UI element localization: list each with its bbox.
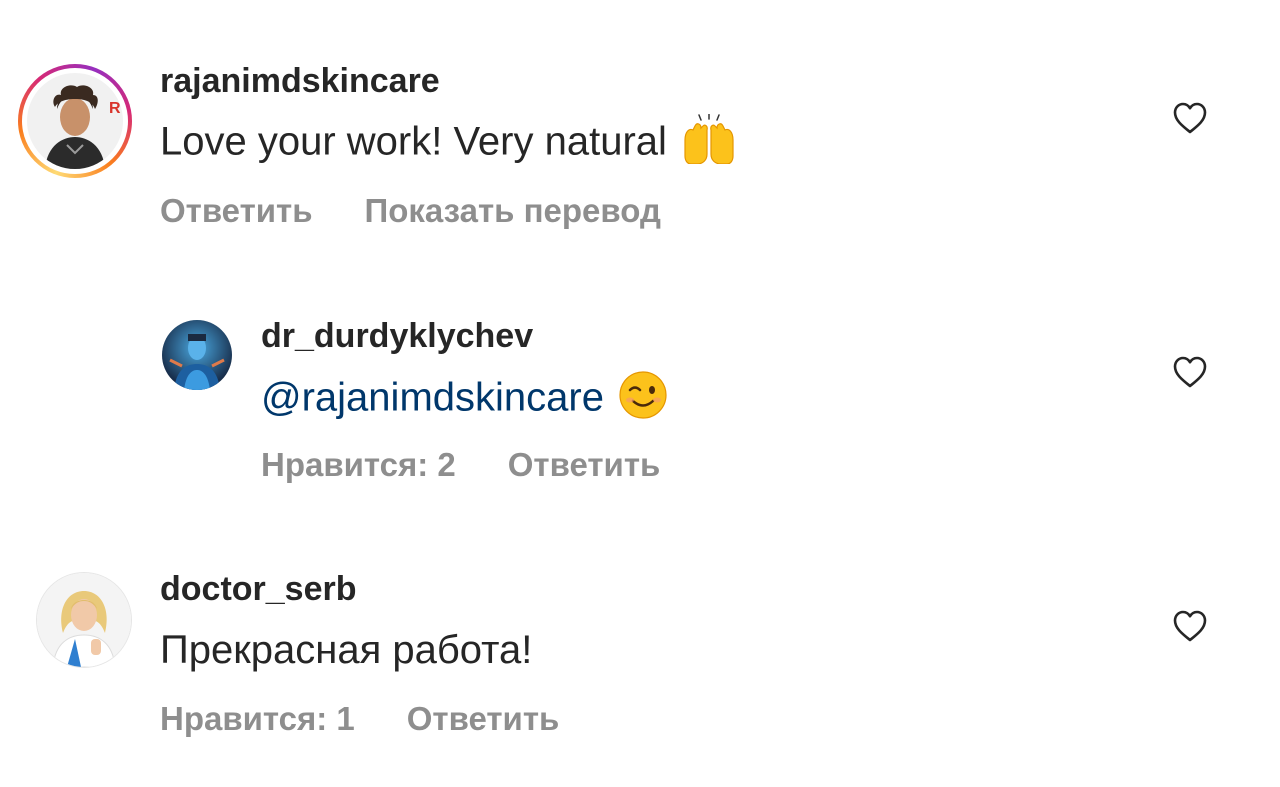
reply-button[interactable]: Ответить	[407, 700, 560, 737]
comment-text-content: Love your work! Very natural	[160, 119, 667, 164]
avatar[interactable]	[162, 320, 232, 390]
comment-actions: Ответить Показать перевод	[160, 192, 661, 230]
comment-dr_durdyklychev: dr_durdyklychev @rajanimdskincare Нравит…	[0, 250, 1280, 510]
show-translation-button[interactable]: Показать перевод	[365, 192, 661, 229]
avatar: R	[27, 73, 123, 169]
avatar[interactable]	[36, 572, 132, 668]
raising-hands-emoji	[681, 113, 737, 174]
mention-link[interactable]: @rajanimdskincare	[261, 376, 604, 420]
comment-username[interactable]: dr_durdyklychev	[261, 317, 533, 356]
comment-username[interactable]: rajanimdskincare	[160, 62, 440, 101]
comment-actions: Нравится: 1 Ответить	[160, 700, 559, 738]
comment-actions: Нравится: 2 Ответить	[261, 446, 660, 484]
likes-count[interactable]: Нравится: 1	[160, 700, 355, 737]
svg-text:R: R	[109, 100, 121, 117]
comment-username[interactable]: doctor_serb	[160, 570, 357, 609]
reply-button[interactable]: Ответить	[508, 446, 661, 483]
heart-outline-icon[interactable]	[1172, 355, 1208, 389]
comment-rajanimdskincare: R rajanimdskincare Love your work! Very …	[0, 0, 1280, 250]
comment-text: Прекрасная работа!	[160, 628, 532, 673]
comment-text: @rajanimdskincare	[261, 370, 668, 430]
winking-face-emoji	[618, 370, 668, 430]
heart-outline-icon[interactable]	[1172, 101, 1208, 135]
comment-text: Love your work! Very natural	[160, 113, 737, 174]
likes-count[interactable]: Нравится: 2	[261, 446, 456, 483]
comment-doctor_serb: doctor_serb Прекрасная работа! Нравится:…	[0, 510, 1280, 787]
comment-text-content: Прекрасная работа!	[160, 628, 533, 672]
avatar-story-ring[interactable]: R	[18, 64, 132, 178]
heart-outline-icon[interactable]	[1172, 609, 1208, 643]
reply-button[interactable]: Ответить	[160, 192, 313, 229]
